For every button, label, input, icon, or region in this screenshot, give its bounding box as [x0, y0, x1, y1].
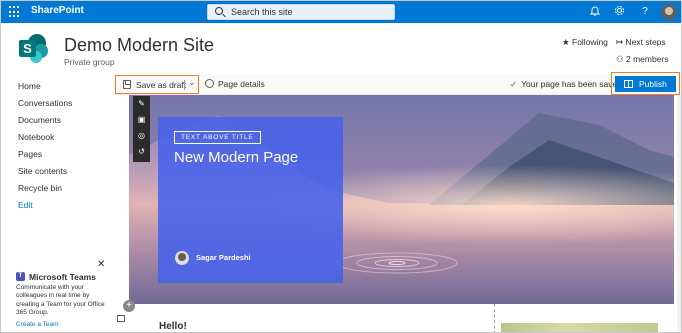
title-area[interactable]: TEXT ABOVE TITLE New Modern Page Sagar P… [158, 117, 343, 283]
teams-title: Microsoft Teams [29, 272, 96, 282]
edit-toolbox: ✎ ▣ ◎ ↺ [133, 96, 150, 162]
pencil-icon[interactable]: ✎ [133, 96, 150, 112]
gear-icon[interactable] [612, 5, 626, 21]
chevron-down-icon[interactable]: ⌄ [188, 77, 196, 88]
close-icon[interactable]: ✕ [97, 259, 105, 270]
members-label: 2 members [626, 54, 669, 64]
star-icon: ★ [562, 37, 570, 47]
page-title[interactable]: New Modern Page [174, 149, 298, 166]
nav-item-documents[interactable]: Documents [18, 115, 61, 125]
settings-icon [205, 79, 214, 88]
create-team-link[interactable]: Create a Team [16, 321, 59, 328]
search-input[interactable]: Search this site [231, 7, 293, 17]
save-as-draft-button[interactable]: Save as draft ⌄ [115, 75, 199, 94]
next-steps-button[interactable]: ↦ Next steps [616, 37, 666, 48]
check-icon: ✓ [510, 79, 518, 89]
content-heading[interactable]: Hello! [159, 321, 187, 332]
save-icon [123, 80, 131, 89]
text-above-title[interactable]: TEXT ABOVE TITLE [174, 131, 261, 144]
bell-icon[interactable] [588, 5, 602, 21]
app-launcher-icon[interactable] [9, 6, 21, 18]
logo-letter: S [23, 41, 32, 56]
book-icon [624, 80, 633, 88]
help-icon[interactable]: ? [638, 5, 652, 19]
add-section-button[interactable]: + [123, 300, 135, 312]
person-icon: ⚇ [616, 54, 624, 64]
nav-item-conversations[interactable]: Conversations [18, 98, 72, 108]
members-button[interactable]: ⚇ 2 members [616, 54, 669, 65]
site-subtitle: Private group [64, 57, 115, 67]
nav-item-home[interactable]: Home [18, 81, 41, 91]
following-button[interactable]: ★ Following [562, 37, 608, 48]
publish-label: Publish [639, 79, 667, 89]
next-steps-icon: ↦ [616, 37, 624, 47]
scrollbar[interactable] [677, 95, 681, 332]
search-box[interactable]: Search this site [207, 4, 395, 20]
author-name[interactable]: Sagar Pardeshi [196, 253, 251, 262]
section-options-icon[interactable] [117, 315, 125, 322]
sharepoint-logo-icon: S [19, 34, 48, 63]
page-details-label: Page details [218, 79, 265, 89]
following-label: Following [572, 37, 608, 47]
image-icon[interactable]: ▣ [133, 112, 150, 128]
teams-logo-icon: T [16, 272, 25, 281]
reset-icon[interactable]: ↺ [133, 144, 150, 160]
nav-item-recycle-bin[interactable]: Recycle bin [18, 183, 62, 193]
publish-button[interactable]: Publish [615, 76, 676, 92]
author-avatar [175, 251, 189, 265]
teams-description: Communicate with your colleagues in real… [16, 284, 105, 316]
nav-item-pages[interactable]: Pages [18, 149, 42, 159]
save-label: Save as draft [136, 80, 187, 90]
search-icon [215, 7, 223, 15]
sharepoint-window: SharePoint Search this site ? S Demo Mod… [0, 0, 682, 333]
section-divider [494, 304, 495, 332]
save-status: ✓ Your page has been saved [510, 79, 622, 90]
nav-edit-link[interactable]: Edit [18, 200, 33, 210]
nav-item-site-contents[interactable]: Site contents [18, 166, 67, 176]
next-steps-label: Next steps [625, 37, 666, 47]
app-name[interactable]: SharePoint [31, 5, 84, 16]
divider [184, 80, 185, 90]
nav-item-notebook[interactable]: Notebook [18, 132, 54, 142]
page-details-button[interactable]: Page details [205, 79, 265, 89]
focal-point-icon[interactable]: ◎ [133, 128, 150, 144]
site-title[interactable]: Demo Modern Site [64, 35, 214, 56]
save-status-text: Your page has been saved [521, 79, 622, 89]
suite-bar: SharePoint Search this site ? [1, 1, 681, 23]
user-avatar[interactable] [661, 4, 677, 20]
image-web-part[interactable] [501, 323, 658, 332]
